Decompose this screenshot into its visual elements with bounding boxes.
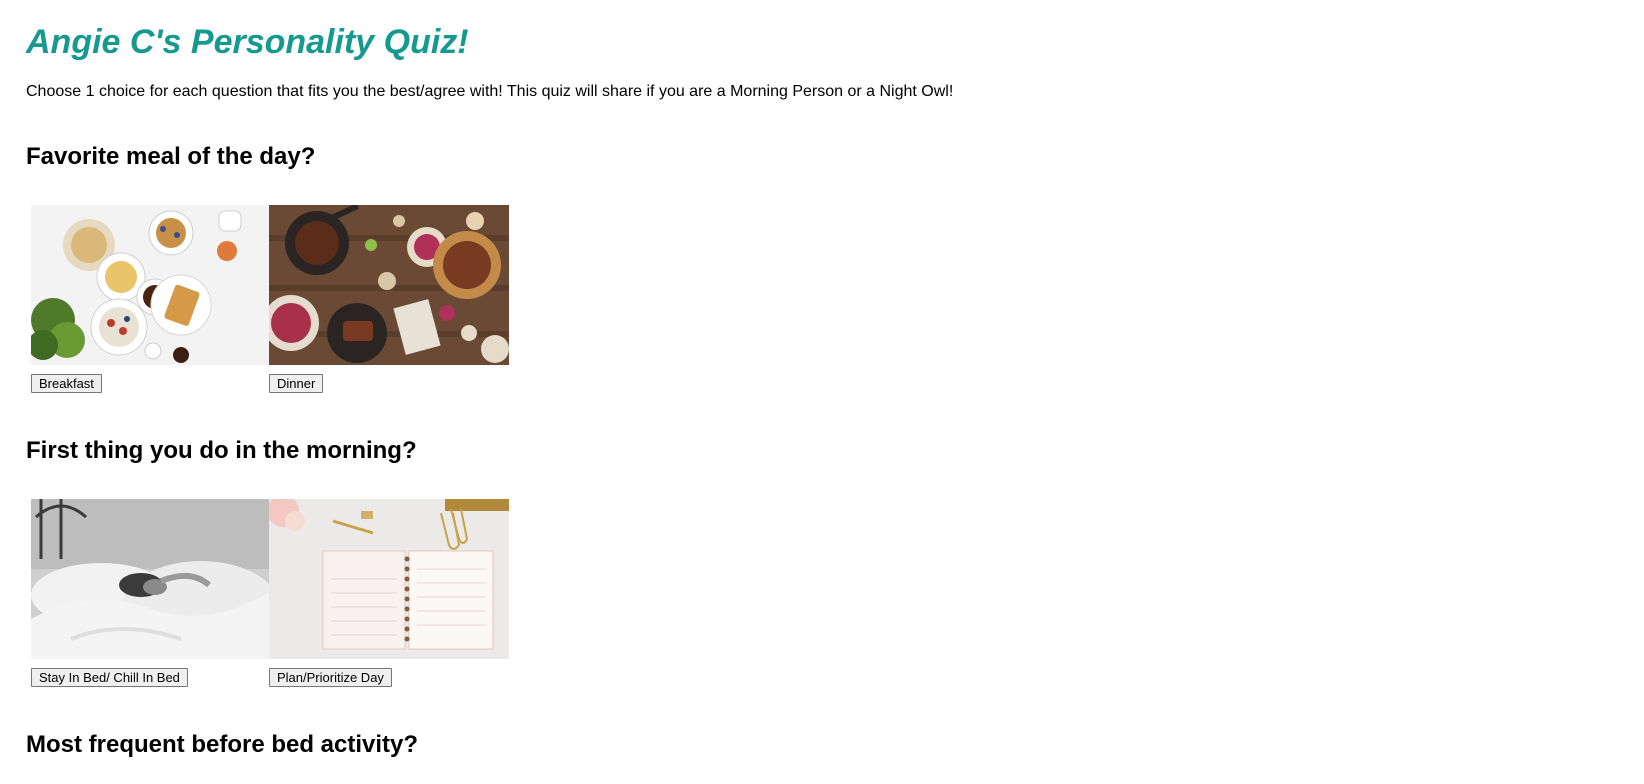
stay-in-bed-button[interactable]: Stay In Bed/ Chill In Bed bbox=[31, 668, 188, 687]
question-before-bed-activity: Most frequent before bed activity? bbox=[26, 731, 1026, 759]
question-heading: First thing you do in the morning? bbox=[26, 437, 417, 464]
breakfast-button[interactable]: Breakfast bbox=[31, 374, 102, 393]
question-favorite-meal: Favorite meal of the day? Breakfast Dinn… bbox=[26, 143, 1026, 393]
plan-day-button[interactable]: Plan/Prioritize Day bbox=[269, 668, 392, 687]
planner-notebook-image bbox=[269, 499, 509, 659]
breakfast-image bbox=[31, 205, 271, 365]
person-in-bed-image bbox=[31, 499, 271, 659]
page-title: Angie C's Personality Quiz! bbox=[26, 23, 469, 61]
quiz-instructions: Choose 1 choice for each question that f… bbox=[26, 83, 954, 100]
question-first-thing-morning: First thing you do in the morning? Stay … bbox=[26, 437, 1026, 687]
dinner-button[interactable]: Dinner bbox=[269, 374, 324, 393]
dinner-image bbox=[269, 205, 509, 365]
question-heading: Favorite meal of the day? bbox=[26, 143, 316, 170]
question-heading: Most frequent before bed activity? bbox=[26, 731, 419, 758]
